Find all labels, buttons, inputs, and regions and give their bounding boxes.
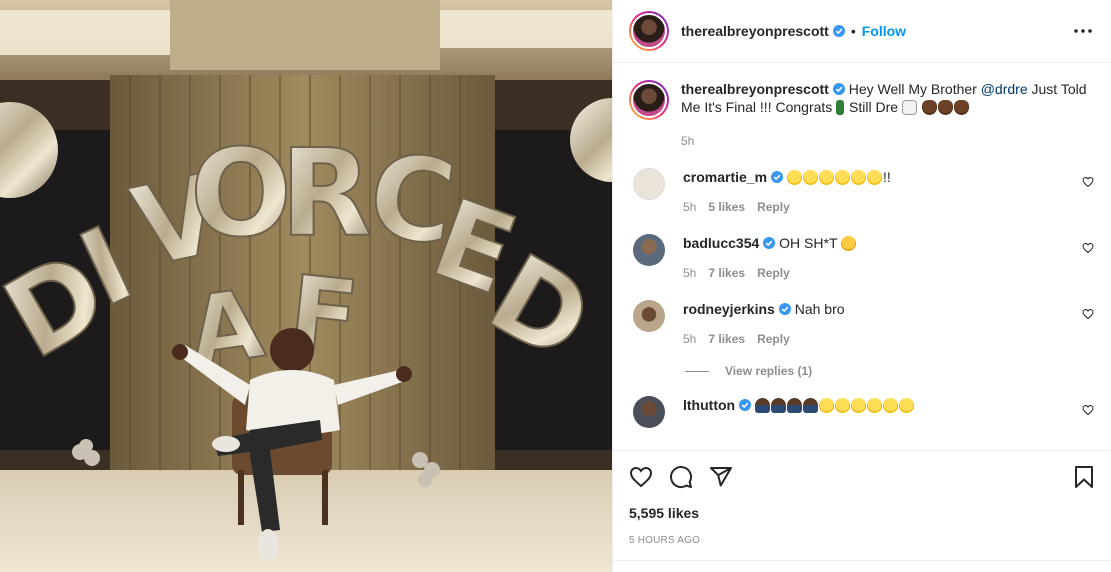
comment-like-heart-icon[interactable] <box>1082 404 1094 416</box>
comment-icon[interactable] <box>669 465 693 489</box>
comment-like-heart-icon[interactable] <box>1082 176 1094 188</box>
author-avatar[interactable] <box>629 11 669 51</box>
view-replies-label: View replies (1) <box>725 364 813 378</box>
action-bar: 5,595 likes 5 HOURS AGO <box>613 450 1111 546</box>
reply-button[interactable]: Reply <box>757 264 790 282</box>
comments-list[interactable]: therealbreyonprescott Hey Well My Brothe… <box>613 64 1111 450</box>
comment-time: 5h <box>683 266 697 280</box>
comment-likes[interactable]: 5 likes <box>708 198 745 216</box>
verified-badge-icon <box>739 399 752 411</box>
comment-item: rodneyjerkins Nah bro 5h 7 likes Reply <box>629 300 1096 348</box>
laughing-emoji-icon <box>898 398 914 413</box>
goat-emoji-icon <box>901 100 917 115</box>
comment-like-heart-icon[interactable] <box>1082 308 1094 320</box>
party-scene: D I V O R C E D A F <box>0 0 612 572</box>
comment-text: Nah bro <box>794 301 845 317</box>
commenter-avatar[interactable] <box>633 396 665 428</box>
comment-text: !! <box>882 169 891 185</box>
flexed-biceps-emoji-icon <box>921 100 937 115</box>
laughing-emoji-icon <box>818 398 834 413</box>
add-comment-area[interactable] <box>613 560 1111 572</box>
mention-link[interactable]: @drdre <box>981 81 1028 97</box>
reply-button[interactable]: Reply <box>757 330 790 348</box>
weary-face-emoji-icon <box>841 236 857 251</box>
laughing-emoji-icon <box>882 398 898 413</box>
person-facepalming-emoji-icon <box>770 398 786 413</box>
comment-like-heart-icon[interactable] <box>1082 242 1094 254</box>
separator-dot: • <box>850 23 856 39</box>
post-photo[interactable]: D I V O R C E D A F <box>0 0 612 572</box>
share-icon[interactable] <box>709 465 733 489</box>
laughing-emoji-icon <box>850 170 866 185</box>
flexed-biceps-emoji-icon <box>937 100 953 115</box>
verified-badge-icon <box>771 171 784 183</box>
comment-time: 5h <box>683 200 697 214</box>
verified-badge-icon <box>832 83 845 95</box>
more-options-icon[interactable] <box>1071 19 1095 43</box>
laughing-emoji-icon <box>834 170 850 185</box>
view-replies-button[interactable]: View replies (1) <box>685 364 1096 378</box>
post-header: therealbreyonprescott • Follow <box>613 0 1111 63</box>
champagne-emoji-icon <box>836 100 845 115</box>
comment-text: OH SH*T <box>779 235 838 251</box>
commenter-avatar[interactable] <box>633 168 665 200</box>
laughing-emoji-icon <box>850 398 866 413</box>
laughing-emoji-icon <box>818 170 834 185</box>
comment-likes[interactable]: 7 likes <box>708 330 745 348</box>
svg-text:O: O <box>190 125 292 264</box>
laughing-emoji-icon <box>866 170 882 185</box>
commenter-avatar[interactable] <box>633 300 665 332</box>
post-caption: therealbreyonprescott Hey Well My Brothe… <box>629 80 1096 150</box>
likes-count[interactable]: 5,595 likes <box>629 505 1096 521</box>
follow-button[interactable]: Follow <box>862 23 906 39</box>
heart-icon[interactable] <box>629 465 653 489</box>
post-timestamp[interactable]: 5 HOURS AGO <box>629 535 1096 546</box>
caption-text-3: Still Dre <box>845 99 902 115</box>
svg-text:R: R <box>280 125 372 264</box>
commenter-username[interactable]: badlucc354 <box>683 235 759 251</box>
laughing-emoji-icon <box>866 398 882 413</box>
commenter-avatar[interactable] <box>633 234 665 266</box>
caption-username[interactable]: therealbreyonprescott <box>681 81 829 97</box>
verified-badge-icon <box>763 237 776 249</box>
person-facepalming-emoji-icon <box>754 398 770 413</box>
comment-item: badlucc354 OH SH*T 5h 7 likes Reply <box>629 234 1096 282</box>
laughing-emoji-icon <box>802 170 818 185</box>
comment-item: lthutton <box>629 396 1096 428</box>
verified-badge-icon <box>832 25 845 37</box>
caption-avatar[interactable] <box>629 80 669 120</box>
commenter-username[interactable]: lthutton <box>683 397 735 413</box>
commenter-username[interactable]: rodneyjerkins <box>683 301 775 317</box>
bookmark-icon[interactable] <box>1072 465 1096 489</box>
caption-text-1: Hey Well My Brother <box>848 81 981 97</box>
caption-time: 5h <box>681 134 695 148</box>
flexed-biceps-emoji-icon <box>953 100 969 115</box>
author-username[interactable]: therealbreyonprescott <box>681 23 829 39</box>
commenter-username[interactable]: cromartie_m <box>683 169 767 185</box>
verified-badge-icon <box>778 303 791 315</box>
comment-time: 5h <box>683 332 697 346</box>
laughing-emoji-icon <box>786 170 802 185</box>
person-facepalming-emoji-icon <box>786 398 802 413</box>
post-dialog: D I V O R C E D A F therealbreyonprescot… <box>0 0 1111 572</box>
comment-likes[interactable]: 7 likes <box>708 264 745 282</box>
replies-divider <box>685 370 709 372</box>
post-panel: therealbreyonprescott • Follow therealbr… <box>612 0 1111 572</box>
laughing-emoji-icon <box>834 398 850 413</box>
person-facepalming-emoji-icon <box>802 398 818 413</box>
reply-button[interactable]: Reply <box>757 198 790 216</box>
comment-item: cromartie_m !! 5h 5 likes Reply <box>629 168 1096 216</box>
